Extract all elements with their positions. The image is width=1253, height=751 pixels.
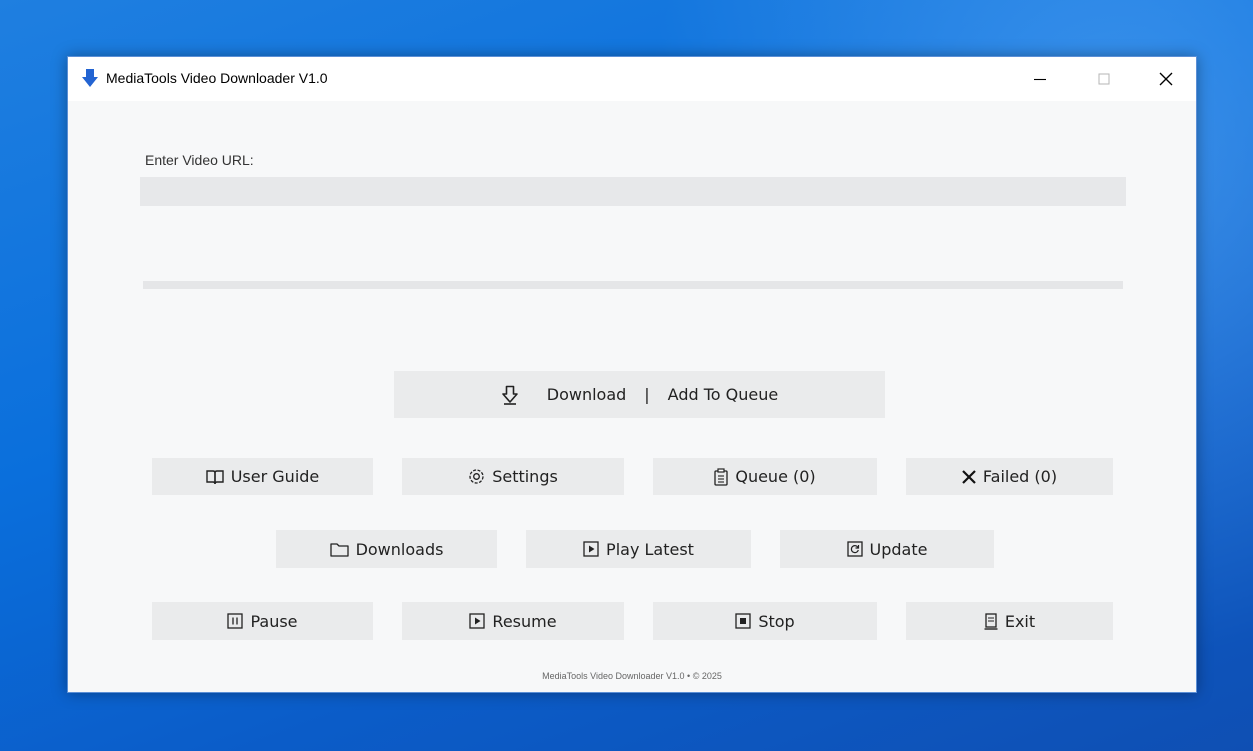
url-label: Enter Video URL: [145,152,254,168]
window-title: MediaTools Video Downloader V1.0 [106,70,328,86]
button-separator: | [644,385,650,404]
add-to-queue-label: Add To Queue [667,385,779,404]
close-icon [1159,72,1173,86]
settings-button[interactable]: Settings [402,458,624,495]
download-arrow-icon [501,385,518,405]
resume-button[interactable]: Resume [402,602,624,640]
resume-label: Resume [492,611,557,631]
play-latest-button[interactable]: Play Latest [526,530,751,568]
folder-icon [329,542,349,557]
pause-icon [227,613,244,629]
download-arrow-icon [82,69,98,87]
pause-button[interactable]: Pause [152,602,373,640]
maximize-button[interactable] [1072,57,1136,101]
stop-button[interactable]: Stop [653,602,877,640]
url-input[interactable] [140,177,1126,206]
update-button[interactable]: Update [780,530,994,568]
exit-button[interactable]: Exit [906,602,1113,640]
play-icon [469,613,486,629]
x-icon [962,469,976,484]
failed-label: Failed (0) [982,467,1058,486]
title-bar[interactable]: MediaTools Video Downloader V1.0 [68,57,1196,101]
settings-label: Settings [492,467,558,486]
exit-label: Exit [1004,611,1036,631]
pause-label: Pause [250,611,298,631]
clipboard-icon [714,467,728,486]
book-icon [206,469,224,484]
download-progress-bar [143,281,1123,289]
update-label: Update [869,539,928,559]
play-latest-label: Play Latest [606,539,694,559]
maximize-icon [1098,73,1110,85]
minimize-icon [1034,78,1046,81]
door-icon [984,612,998,630]
app-window: MediaTools Video Downloader V1.0 Enter V… [67,56,1197,693]
downloads-folder-button[interactable]: Downloads [276,530,497,568]
user-guide-button[interactable]: User Guide [152,458,373,495]
main-content: Enter Video URL: Download | Add To Queue… [68,101,1196,694]
close-button[interactable] [1134,57,1198,101]
queue-label: Queue (0) [735,467,816,486]
refresh-icon [846,541,863,557]
failed-button[interactable]: Failed (0) [906,458,1113,495]
queue-button[interactable]: Queue (0) [653,458,877,495]
user-guide-label: User Guide [230,467,320,486]
footer-text: MediaTools Video Downloader V1.0 • © 202… [542,671,722,681]
downloads-label: Downloads [355,539,444,559]
stop-icon [735,613,751,629]
gear-icon [469,469,484,484]
stop-label: Stop [758,611,795,631]
download-label: Download [546,385,627,404]
minimize-button[interactable] [1008,57,1072,101]
download-add-to-queue-button[interactable]: Download | Add To Queue [394,371,885,418]
play-icon [583,541,599,557]
